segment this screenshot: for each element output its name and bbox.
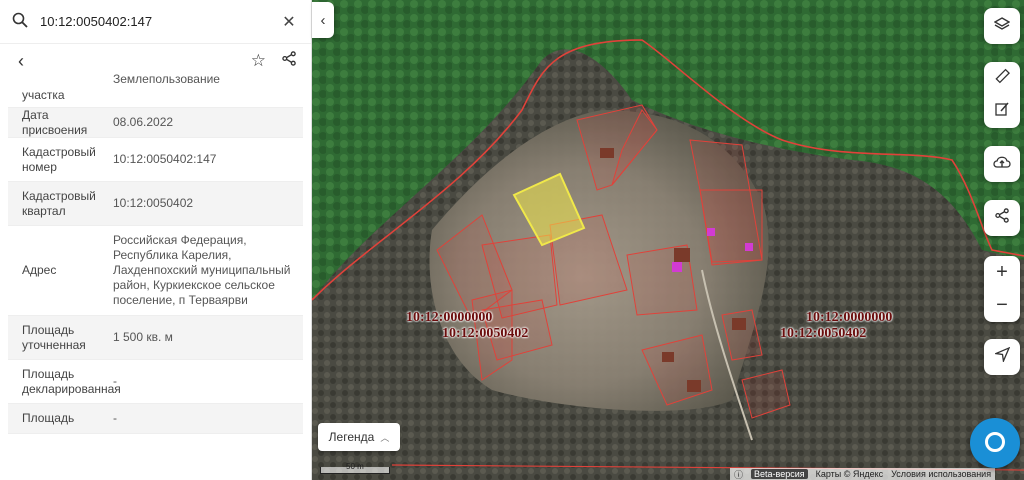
terms-link[interactable]: Условия использования <box>891 469 991 479</box>
tools-group <box>984 62 1020 128</box>
search-bar: ✕ <box>0 0 311 44</box>
quarter-label: 10:12:0000000 10:12:0050402 <box>406 310 529 341</box>
property-value: Землепользование <box>113 72 220 86</box>
edit-icon[interactable] <box>984 101 1020 122</box>
chat-button[interactable] <box>970 418 1020 468</box>
map-canvas[interactable] <box>312 0 1024 480</box>
property-row: Дата присвоения 08.06.2022 <box>8 108 303 138</box>
map-attribution: ⓘ Beta-версия Карты © Яндекс Условия исп… <box>730 468 996 480</box>
property-key: Адрес <box>22 263 57 277</box>
search-icon <box>12 12 34 32</box>
zoom-out-icon[interactable]: − <box>984 294 1020 317</box>
property-value: 08.06.2022 <box>113 115 174 129</box>
property-key: Площадь уточненная <box>22 322 86 352</box>
upload-icon <box>984 154 1020 175</box>
collapse-icon[interactable]: ‹ <box>312 2 334 38</box>
legend-button[interactable]: Легенда ︿ <box>318 423 400 451</box>
properties-table: участка Землепользование Дата присвоения… <box>0 72 311 434</box>
locate-button[interactable] <box>984 339 1020 375</box>
property-value: 1 500 кв. м <box>113 330 173 344</box>
property-row: участка Землепользование <box>8 72 303 108</box>
map-view[interactable]: 10:12:0000000 10:12:0050402 10:12:000000… <box>312 0 1024 480</box>
property-value: 10:12:0050402 <box>113 196 194 210</box>
property-row: Кадастровый квартал 10:12:0050402 <box>8 182 303 226</box>
property-key: Кадастровый номер <box>22 144 96 174</box>
scale-bar: 50 m <box>320 462 390 476</box>
property-value: - <box>113 374 117 388</box>
layers-button[interactable] <box>984 8 1020 44</box>
property-key: участка <box>22 88 65 102</box>
info-panel: ✕ ‹ ☆ участка Землепользование Дата прис… <box>0 0 312 480</box>
share-map-button[interactable] <box>984 200 1020 236</box>
chevron-up-icon: ︿ <box>380 432 390 443</box>
property-row: Адрес Российская Федерация, Республика К… <box>8 226 303 316</box>
zoom-in-icon[interactable]: + <box>984 261 1020 284</box>
property-row: Площадь декларированная - <box>8 360 303 404</box>
property-key: Кадастровый квартал <box>22 188 96 218</box>
close-icon[interactable]: ✕ <box>279 12 299 32</box>
property-value: - <box>113 411 117 425</box>
beta-label: Beta-версия <box>751 469 808 479</box>
property-key: Площадь декларированная <box>22 366 121 396</box>
locate-icon <box>984 346 1020 367</box>
star-icon[interactable]: ☆ <box>251 51 266 71</box>
zoom-controls: + − <box>984 256 1020 322</box>
property-value: 10:12:0050402:147 <box>113 152 217 166</box>
quarter-label: 10:12:0000000 10:12:0050402 <box>780 310 893 341</box>
layers-icon <box>984 16 1020 37</box>
chat-icon <box>985 432 1005 452</box>
copyright-text[interactable]: Карты © Яндекс <box>816 469 884 479</box>
property-row: Кадастровый номер 10:12:0050402:147 <box>8 138 303 182</box>
scale-label: 50 m <box>346 462 364 471</box>
property-value: Российская Федерация, Республика Карелия… <box>113 233 291 307</box>
share-map-icon <box>984 208 1020 228</box>
legend-label: Легенда <box>328 430 375 444</box>
back-icon[interactable]: ‹ <box>18 51 24 72</box>
ruler-icon[interactable] <box>984 68 1020 89</box>
property-row: Площадь - <box>8 404 303 434</box>
property-key: Дата присвоения <box>22 107 88 137</box>
property-row: Площадь уточненная 1 500 кв. м <box>8 316 303 360</box>
search-input[interactable] <box>34 14 279 29</box>
info-icon[interactable]: ⓘ <box>734 468 743 480</box>
property-key: Площадь <box>22 411 75 425</box>
share-icon[interactable] <box>282 51 297 71</box>
upload-button[interactable] <box>984 146 1020 182</box>
